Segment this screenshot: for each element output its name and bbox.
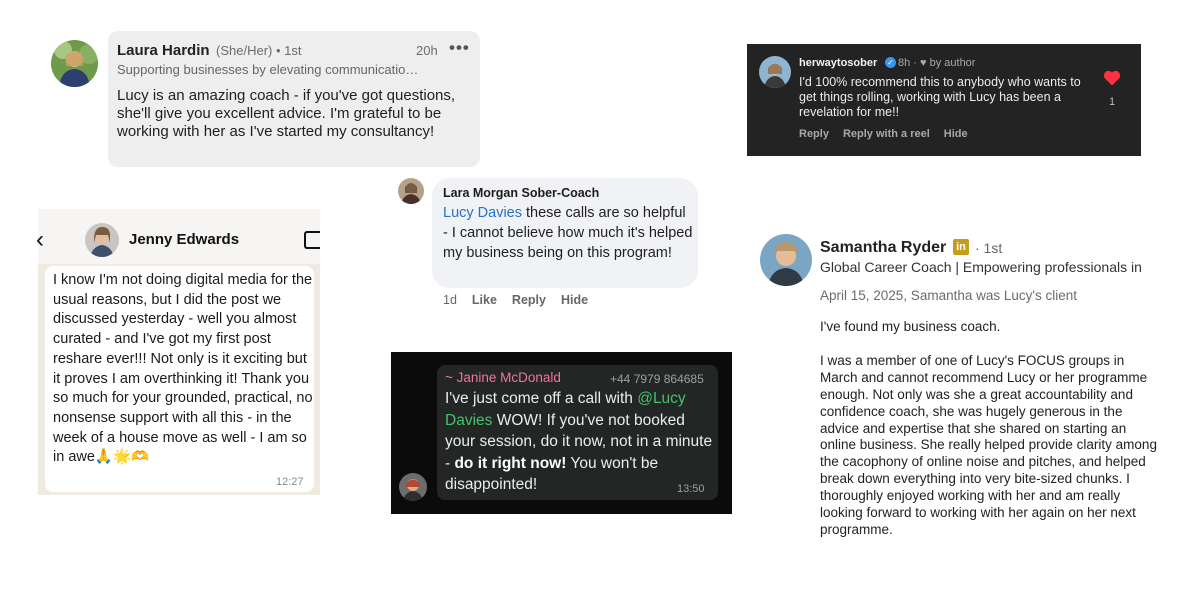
reply-with-reel-button[interactable]: Reply with a reel <box>843 128 930 140</box>
samantha-recommendation: I've found my business coach. I was a me… <box>820 319 1165 556</box>
hide-button[interactable]: Hide <box>944 128 968 140</box>
janine-text-start: I've just come off a call with <box>445 390 638 407</box>
linkedin-premium-icon: in <box>953 239 969 255</box>
reply-button[interactable]: Reply <box>512 293 546 307</box>
video-call-icon[interactable] <box>304 231 320 249</box>
lara-avatar[interactable] <box>398 178 424 204</box>
lara-comment-text: Lucy Davies these calls are so helpful -… <box>443 203 693 263</box>
more-options-icon[interactable]: ••• <box>449 38 470 58</box>
laura-name[interactable]: Laura Hardin <box>117 42 210 59</box>
janine-message-text: I've just come off a call with @Lucy Dav… <box>445 388 715 496</box>
janine-name[interactable]: ~ Janine McDonald <box>445 370 561 385</box>
verified-badge-icon: ✓ <box>885 57 896 68</box>
hide-button[interactable]: Hide <box>561 293 588 307</box>
back-arrow-icon[interactable]: ‹ <box>36 226 44 254</box>
samantha-headline: Global Career Coach | Empowering profess… <box>820 259 1142 275</box>
janine-phone: +44 7979 864685 <box>610 372 704 386</box>
herwaytosober-actions: Reply Reply with a reel Hide <box>799 128 982 140</box>
laura-headline: Supporting businesses by elevating commu… <box>117 62 419 77</box>
herwaytosober-comment-text: I'd 100% recommend this to anybody who w… <box>799 75 1081 119</box>
jenny-name[interactable]: Jenny Edwards <box>129 231 239 248</box>
herwaytosober-avatar[interactable] <box>759 56 791 88</box>
lara-actions: 1d Like Reply Hide <box>443 293 603 307</box>
jenny-avatar[interactable] <box>85 223 119 257</box>
recommendation-paragraph: I've found my business coach. <box>820 319 1001 334</box>
laura-avatar[interactable] <box>51 40 98 87</box>
janine-message-time: 13:50 <box>677 483 705 495</box>
samantha-name[interactable]: Samantha Ryder <box>820 239 946 257</box>
laura-comment-text: Lucy is an amazing coach - if you've got… <box>117 87 456 140</box>
samantha-relationship: April 15, 2025, Samantha was Lucy's clie… <box>820 288 1077 303</box>
laura-timestamp: 20h <box>416 43 438 58</box>
herwaytosober-username[interactable]: herwaytosober <box>799 57 877 69</box>
janine-text-bold: do it right now! <box>454 454 567 472</box>
reply-button[interactable]: Reply <box>799 128 829 140</box>
lara-timestamp: 1d <box>443 293 457 307</box>
like-count: 1 <box>1109 96 1116 108</box>
lara-name[interactable]: Lara Morgan Sober-Coach <box>443 186 599 200</box>
like-button[interactable]: Like <box>472 293 497 307</box>
janine-avatar[interactable] <box>399 473 427 501</box>
herwaytosober-meta: 8h · ♥ by author <box>898 57 976 69</box>
laura-pronouns-degree: (She/Her) • 1st <box>216 43 302 58</box>
jenny-message-time: 12:27 <box>276 476 304 488</box>
samantha-degree: · 1st <box>975 240 1003 256</box>
samantha-avatar[interactable] <box>760 234 812 286</box>
jenny-message-text: I know I'm not doing digital media for t… <box>53 272 313 466</box>
like-heart-icon[interactable] <box>1103 70 1121 91</box>
mention-lucy-davies[interactable]: Lucy Davies <box>443 205 522 221</box>
recommendation-paragraph: I was a member of one of Lucy's FOCUS gr… <box>820 352 1157 537</box>
